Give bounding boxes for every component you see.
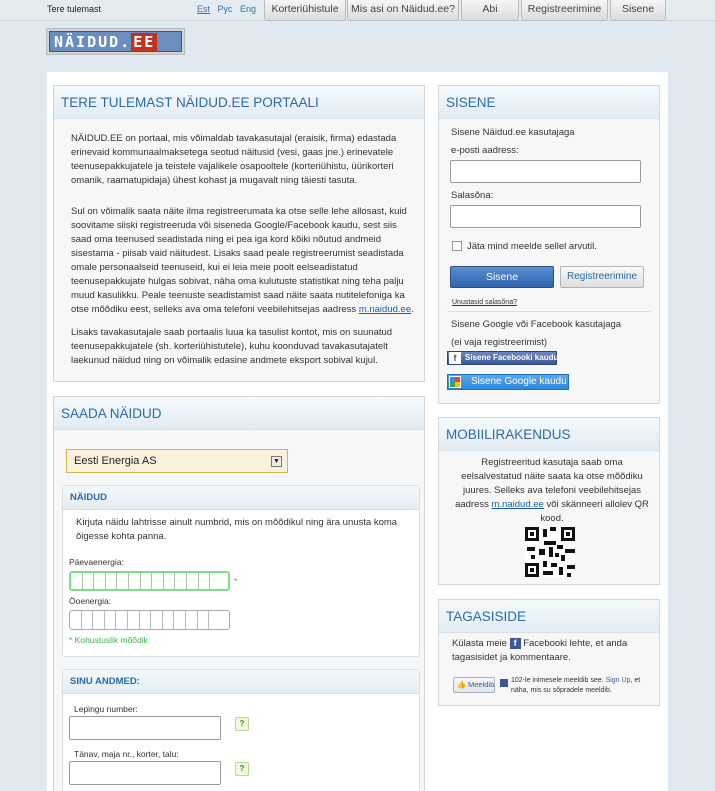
like-count-start: 102-le inimesele meeldib see.	[511, 677, 604, 684]
mobile-text: Registreeritud kasutaja saab oma eelsalv…	[452, 456, 652, 526]
qr-code	[525, 527, 575, 577]
provider-select[interactable]: Eesti Energia AS ▼	[66, 449, 288, 473]
google-login-label: Sisene Google kaudu	[471, 376, 567, 387]
feedback-panel: TAGASISIDE Külasta meie f Facebooki leht…	[438, 599, 660, 706]
readings-hint: Kirjuta näidu lahtrisse ainult numbrid, …	[76, 517, 398, 542]
facebook-icon	[500, 679, 508, 687]
social-login-note: (ei vaja registreerimist)	[451, 337, 548, 348]
contract-number-label: Lepingu number:	[74, 704, 138, 714]
welcome-panel: TERE TULEMAST NÄIDUD.EE PORTAALI NÄIDUD.…	[53, 85, 425, 382]
welcome-title: TERE TULEMAST NÄIDUD.EE PORTAALI	[54, 86, 424, 119]
facebook-icon[interactable]: f	[509, 638, 521, 649]
feedback-title: TAGASISIDE	[439, 600, 659, 633]
site-logo[interactable]: NÄIDUD. EE	[46, 28, 185, 55]
nav-tab-abi[interactable]: Abi	[461, 0, 519, 21]
language-switcher: Est Рус Eng	[197, 4, 261, 14]
email-label: e-posti aadress:	[451, 145, 519, 156]
register-button[interactable]: Registreerimine	[560, 266, 644, 288]
logo-ee: EE	[131, 33, 158, 51]
mobile-app-link[interactable]: m.naidud.ee	[492, 499, 544, 510]
password-input[interactable]	[450, 205, 641, 228]
your-data-title: SINU ANDMED:	[63, 670, 419, 694]
login-title: SISENE	[439, 86, 659, 119]
nav-tab-sisene[interactable]: Sisene	[610, 0, 666, 21]
facebook-icon: f	[449, 352, 461, 364]
help-icon[interactable]: ?	[235, 762, 249, 776]
welcome-paragraph-3: Lisaks tavakasutajale saab portaalis luu…	[71, 327, 393, 366]
lang-est[interactable]: Est	[197, 4, 210, 14]
divider	[447, 311, 651, 312]
like-count-text: 102-le inimesele meeldib see. Sign Up, e…	[511, 676, 651, 696]
remember-label: Jäta mind meelde sellel arvutil.	[467, 241, 597, 252]
password-label: Salasõna:	[451, 190, 494, 201]
mobile-panel: MOBIILIRAKENDUS Registreeritud kasutaja …	[438, 417, 660, 585]
welcome-paragraph-2-text: Sul on võimalik saata näite ilma registr…	[71, 206, 407, 315]
welcome-paragraph-1: NÄIDUD.EE on portaal, mis võimaldab tava…	[71, 133, 397, 186]
mobile-text-end: või skänneeri allolev QR kood.	[540, 499, 649, 524]
lang-eng[interactable]: Eng	[240, 4, 256, 14]
like-button-label: Meeldib	[468, 680, 495, 689]
help-icon[interactable]: ?	[235, 717, 249, 731]
google-login-button[interactable]: Sisene Google kaudu	[447, 374, 569, 390]
required-note: * Kohustuslik mõõdik	[69, 635, 148, 645]
email-input[interactable]	[450, 160, 641, 183]
send-readings-title: SAADA NÄIDUD	[54, 397, 424, 430]
provider-select-value: Eesti Energia AS	[74, 455, 157, 467]
login-subtitle: Sisene Näidud.ee kasutajaga	[451, 127, 575, 138]
login-button[interactable]: Sisene	[450, 266, 554, 288]
feedback-text-start: Külasta meie	[452, 638, 507, 649]
forgot-password-link[interactable]: Unustasid salasõna?	[452, 299, 517, 306]
readings-subpanel: NÄIDUD Kirjuta näidu lahtrisse ainult nu…	[62, 485, 420, 657]
night-energy-label: Öoenergia:	[69, 596, 112, 606]
social-login-title: Sisene Google või Facebook kasutajaga	[451, 319, 622, 330]
address-label: Tänav, maja nr., korter, talu:	[74, 749, 179, 759]
remember-checkbox[interactable]	[452, 241, 462, 251]
feedback-text: Külasta meie f Facebooki lehte, et anda …	[452, 637, 652, 665]
facebook-login-label: Sisene Facebooki kaudu	[465, 353, 559, 362]
top-bar: Tere tulemast Est Рус Eng Korteriühistul…	[0, 0, 715, 21]
logo-text: NÄIDUD.	[54, 33, 132, 51]
day-energy-label: Päevaenergia:	[69, 557, 124, 567]
lang-rus[interactable]: Рус	[218, 4, 233, 14]
chevron-down-icon[interactable]: ▼	[271, 456, 282, 467]
facebook-login-button[interactable]: f Sisene Facebooki kaudu	[447, 351, 559, 365]
address-input[interactable]	[69, 761, 221, 785]
welcome-paragraph-2: Sul on võimalik saata näite ilma registr…	[71, 205, 416, 317]
login-panel: SISENE Sisene Näidud.ee kasutajaga e-pos…	[438, 85, 660, 404]
readings-title: NÄIDUD	[63, 486, 419, 510]
google-icon	[449, 376, 461, 388]
your-data-subpanel: SINU ANDMED: Lepingu number: ? Tänav, ma…	[62, 669, 420, 791]
sign-up-link[interactable]: Sign Up	[606, 677, 631, 684]
day-energy-input[interactable]	[69, 571, 230, 591]
nav-tab-korteriuhistule[interactable]: Korteriühistule	[264, 0, 346, 21]
mobile-site-link[interactable]: m.naidud.ee	[359, 304, 411, 315]
nav-tab-mis-asi[interactable]: Mis asi on Näidud.ee?	[347, 0, 459, 21]
send-readings-panel: SAADA NÄIDUD Eesti Energia AS ▼ NÄIDUD K…	[53, 396, 425, 791]
mobile-title: MOBIILIRAKENDUS	[439, 418, 659, 451]
required-mark: *	[234, 576, 238, 586]
contract-number-input[interactable]	[69, 716, 221, 740]
facebook-like-button[interactable]: 👍 Meeldib	[453, 677, 495, 693]
thumbs-up-icon: 👍	[457, 680, 467, 689]
night-energy-input[interactable]	[69, 610, 230, 630]
welcome-paragraph-2-end: .	[411, 304, 414, 315]
welcome-text: Tere tulemast	[47, 4, 102, 14]
nav-tab-registreerimine[interactable]: Registreerimine	[521, 0, 608, 21]
